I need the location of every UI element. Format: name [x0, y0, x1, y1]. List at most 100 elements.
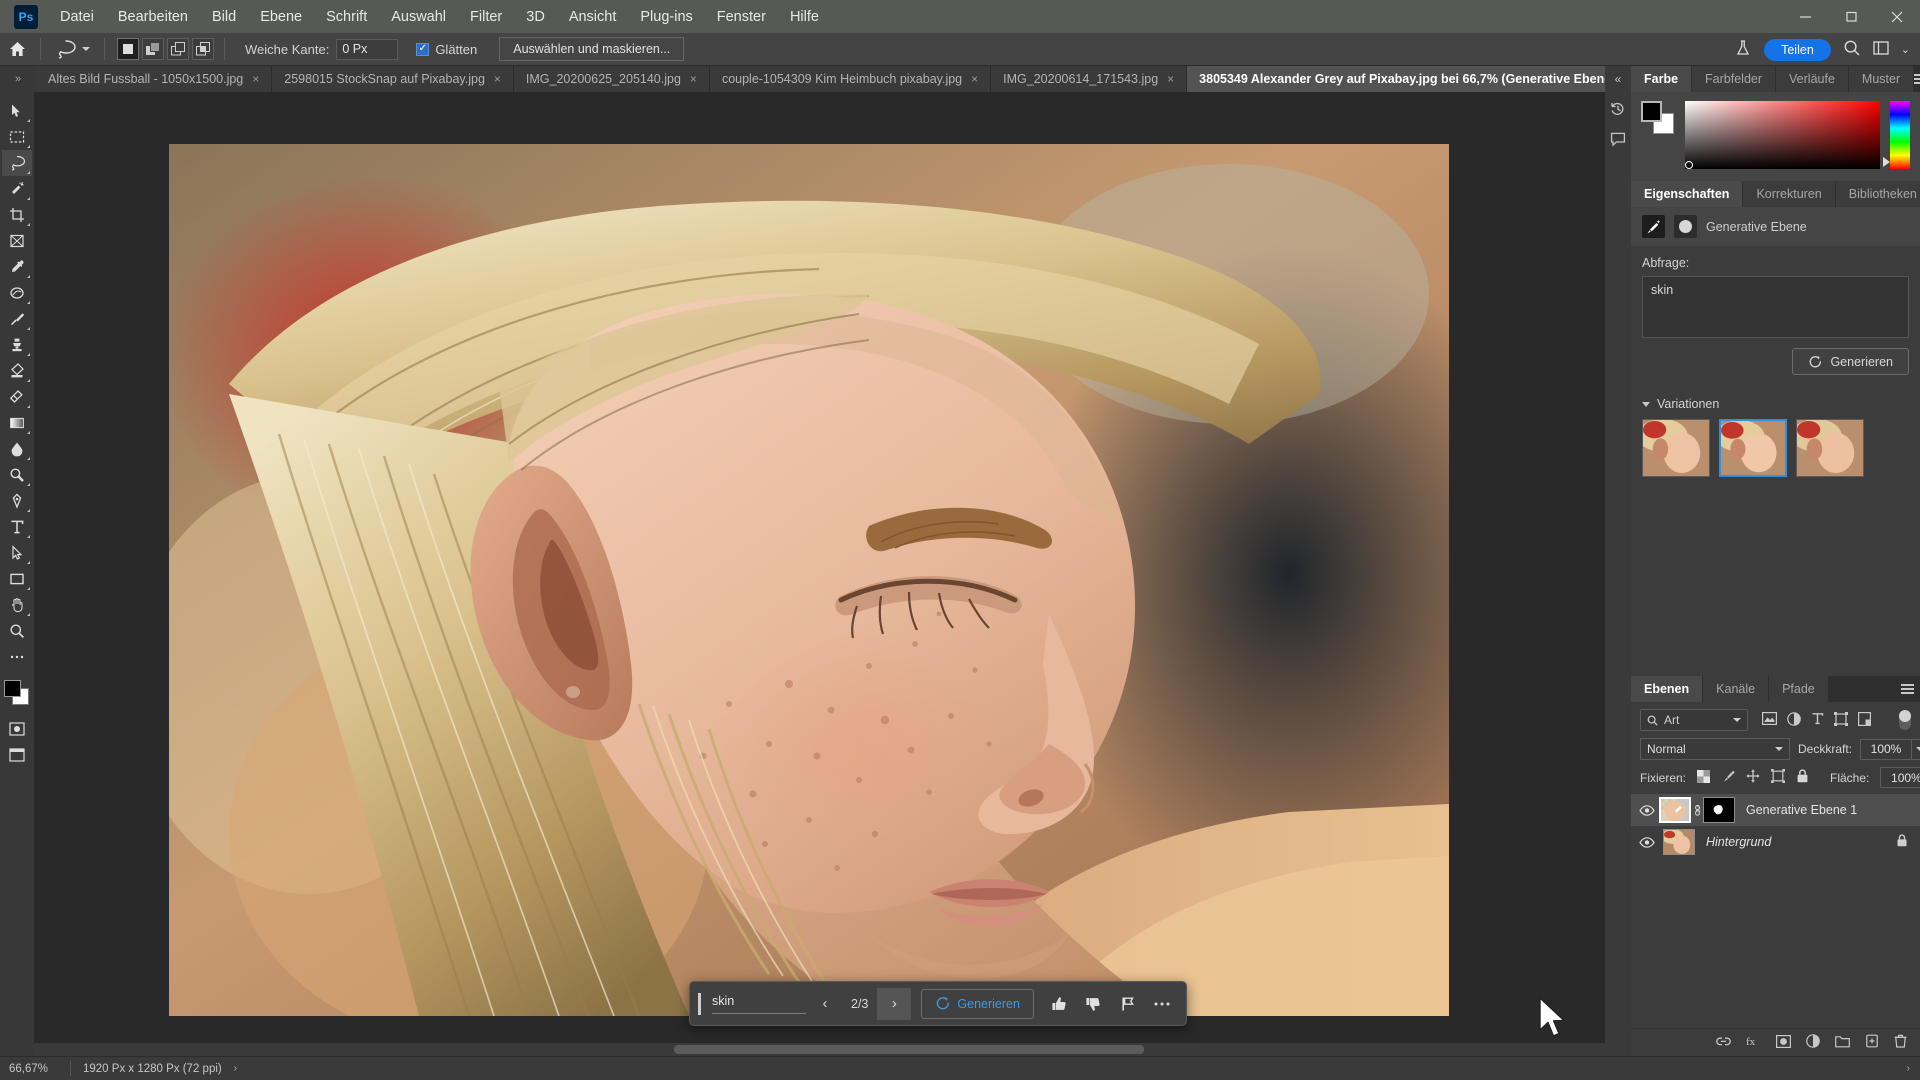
- generative-fill-toolbar[interactable]: skin ‹ 2/3 › Generieren: [689, 981, 1565, 1037]
- canvas-area[interactable]: skin ‹ 2/3 › Generieren: [34, 92, 1631, 1056]
- spot-healing-brush-tool[interactable]: [2, 280, 32, 306]
- selection-mode-add[interactable]: [142, 38, 164, 60]
- type-filter-icon[interactable]: [1811, 712, 1824, 728]
- tab-korrekturen[interactable]: Korrekturen: [1743, 181, 1836, 207]
- select-and-mask-button[interactable]: Auswählen und maskieren...: [499, 37, 685, 61]
- brush-tool[interactable]: [2, 306, 32, 332]
- tab-bibliotheken[interactable]: Bibliotheken: [1835, 181, 1920, 207]
- thumbs-up-icon[interactable]: [1044, 988, 1076, 1020]
- document-image[interactable]: [169, 144, 1449, 1016]
- layer-thumbnail[interactable]: [1663, 829, 1695, 855]
- clone-stamp-tool[interactable]: [2, 332, 32, 358]
- selection-mode-new[interactable]: [117, 38, 139, 60]
- hue-slider[interactable]: [1883, 101, 1910, 169]
- path-selection-tool[interactable]: [2, 540, 32, 566]
- tab-close-icon[interactable]: ×: [971, 72, 978, 86]
- menu-item-plugins[interactable]: Plug-ins: [640, 9, 692, 25]
- dodge-tool[interactable]: [2, 462, 32, 488]
- fill-value[interactable]: 100%: [1880, 767, 1920, 788]
- antialias-checkbox[interactable]: ✓ Glätten: [416, 42, 477, 57]
- layer-style-icon[interactable]: fx: [1746, 1034, 1761, 1051]
- marquee-tool[interactable]: [2, 124, 32, 150]
- menu-item-bild[interactable]: Bild: [212, 9, 236, 25]
- search-icon[interactable]: [1843, 39, 1861, 60]
- tab-muster[interactable]: Muster: [1848, 66, 1915, 92]
- share-button[interactable]: Teilen: [1764, 38, 1831, 61]
- variation-thumbnail-1[interactable]: [1642, 419, 1710, 477]
- eyedropper-tool[interactable]: [2, 254, 32, 280]
- hue-slider-handle[interactable]: [1883, 157, 1890, 167]
- menu-item-fenster[interactable]: Fenster: [717, 9, 766, 25]
- layer-link-icon[interactable]: [1691, 804, 1703, 817]
- smartobject-filter-icon[interactable]: [1858, 711, 1872, 729]
- home-icon[interactable]: [0, 41, 34, 57]
- document-tab-2[interactable]: 2598015 StockSnap auf Pixabay.jpg ×: [272, 66, 514, 92]
- layer-name[interactable]: Generative Ebene 1: [1746, 803, 1857, 817]
- shape-tool[interactable]: [2, 566, 32, 592]
- tab-close-icon[interactable]: ×: [1167, 72, 1174, 86]
- comments-icon[interactable]: [1607, 128, 1629, 150]
- chevron-down-icon[interactable]: [1733, 718, 1741, 722]
- quick-mask-toggle[interactable]: [2, 716, 32, 742]
- history-icon[interactable]: [1607, 98, 1629, 120]
- selection-mode-subtract[interactable]: [167, 38, 189, 60]
- adjustment-filter-icon[interactable]: [1787, 711, 1801, 729]
- tab-verlaeufe[interactable]: Verläufe: [1776, 66, 1849, 92]
- previous-variation-button[interactable]: ‹: [808, 988, 842, 1020]
- tab-eigenschaften[interactable]: Eigenschaften: [1631, 181, 1744, 207]
- feather-input[interactable]: 0 Px: [336, 38, 399, 60]
- color-spectrum-field[interactable]: [1685, 101, 1880, 169]
- more-options-icon[interactable]: [1146, 988, 1178, 1020]
- layer-name[interactable]: Hintergrund: [1706, 835, 1771, 849]
- link-layers-icon[interactable]: [1716, 1035, 1731, 1051]
- generative-prompt-input[interactable]: skin: [712, 994, 806, 1014]
- gradient-tool[interactable]: [2, 410, 32, 436]
- history-brush-tool[interactable]: [2, 358, 32, 384]
- layer-mask-thumbnail[interactable]: [1703, 797, 1735, 823]
- workspace-icon[interactable]: [1873, 40, 1889, 59]
- tab-ebenen[interactable]: Ebenen: [1631, 676, 1704, 702]
- move-tool[interactable]: [2, 98, 32, 124]
- menu-item-datei[interactable]: Datei: [60, 9, 94, 25]
- tab-close-icon[interactable]: ×: [690, 72, 697, 86]
- tab-farbe[interactable]: Farbe: [1631, 66, 1693, 92]
- tab-overflow-left-icon[interactable]: »: [0, 66, 36, 92]
- menu-item-filter[interactable]: Filter: [470, 9, 502, 25]
- tab-farbfelder[interactable]: Farbfelder: [1692, 66, 1777, 92]
- color-swatches[interactable]: [2, 678, 32, 708]
- selection-mode-intersect[interactable]: [192, 38, 214, 60]
- tab-close-icon[interactable]: ×: [494, 72, 501, 86]
- new-layer-icon[interactable]: [1865, 1034, 1879, 1051]
- lock-artboard-icon[interactable]: [1771, 769, 1786, 786]
- layer-filter-toggle[interactable]: [1899, 710, 1911, 730]
- tab-pfade[interactable]: Pfade: [1769, 676, 1829, 702]
- chevron-down-icon[interactable]: ⌄: [1901, 43, 1914, 56]
- layer-thumbnail[interactable]: [1659, 797, 1691, 823]
- adjustment-layer-icon[interactable]: [1806, 1034, 1820, 1051]
- color-panel-swatches[interactable]: [1641, 101, 1675, 135]
- active-tool-lasso[interactable]: [47, 39, 98, 59]
- opacity-chevron-down-icon[interactable]: [1912, 738, 1920, 760]
- lock-position-icon[interactable]: [1746, 769, 1760, 786]
- hand-tool[interactable]: [2, 592, 32, 618]
- fill-control[interactable]: 100%: [1880, 767, 1920, 788]
- tab-close-icon[interactable]: ×: [252, 72, 259, 86]
- more-tools-icon[interactable]: [2, 644, 32, 670]
- menu-item-3d[interactable]: 3D: [526, 9, 545, 25]
- variation-thumbnail-3[interactable]: [1796, 419, 1864, 477]
- layer-visibility-icon[interactable]: [1635, 836, 1659, 848]
- next-variation-button[interactable]: ›: [877, 987, 912, 1020]
- blur-tool[interactable]: [2, 436, 32, 462]
- layer-filter-select[interactable]: Art: [1640, 709, 1748, 731]
- lasso-tool[interactable]: [2, 150, 32, 176]
- close-icon[interactable]: [1874, 0, 1920, 33]
- quick-selection-tool[interactable]: [2, 176, 32, 202]
- menu-item-auswahl[interactable]: Auswahl: [391, 9, 446, 25]
- screen-mode-toggle[interactable]: [2, 742, 32, 768]
- menu-item-schrift[interactable]: Schrift: [326, 9, 367, 25]
- menu-item-bearbeiten[interactable]: Bearbeiten: [118, 9, 188, 25]
- status-expand-icon[interactable]: ›: [234, 1063, 237, 1074]
- lock-all-icon[interactable]: [1796, 769, 1809, 786]
- document-tab-3[interactable]: IMG_20200625_205140.jpg ×: [513, 66, 710, 92]
- thumbs-down-icon[interactable]: [1078, 988, 1110, 1020]
